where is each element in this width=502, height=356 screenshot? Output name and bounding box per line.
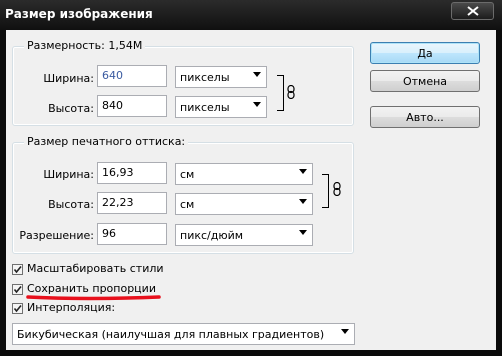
dropdown-arrow-icon bbox=[253, 72, 261, 77]
close-button[interactable] bbox=[451, 2, 494, 20]
pixel-height-unit-value: пикселы bbox=[180, 101, 230, 114]
pixel-dimensions-legend: Размерность: 1,54М bbox=[24, 39, 146, 52]
window-title: Размер изображения bbox=[5, 7, 153, 21]
resolution-label: Разрешение: bbox=[19, 229, 94, 242]
close-icon bbox=[467, 6, 479, 16]
doc-link-bracket bbox=[322, 174, 329, 208]
resolution-unit-select[interactable]: пикс/дюйм bbox=[175, 224, 313, 246]
pixel-width-unit-value: пикселы bbox=[180, 71, 230, 84]
resolution-input[interactable]: 96 bbox=[97, 223, 167, 245]
dropdown-arrow-icon bbox=[253, 102, 261, 107]
chain-link-icon bbox=[287, 85, 295, 99]
checkmark-icon bbox=[13, 265, 22, 274]
doc-width-label: Ширина: bbox=[43, 168, 94, 181]
pixel-width-label: Ширина: bbox=[43, 72, 94, 85]
ok-button[interactable]: Да bbox=[370, 42, 480, 64]
dropdown-arrow-icon bbox=[299, 169, 307, 174]
resample-method-select[interactable]: Бикубическая (наилучшая для плавных град… bbox=[12, 323, 355, 345]
scale-styles-checkbox[interactable] bbox=[12, 264, 23, 275]
document-size-legend: Размер печатного оттиска: bbox=[24, 135, 189, 148]
pixel-width-input[interactable]: 640 bbox=[97, 65, 167, 87]
resample-method-value: Бикубическая (наилучшая для плавных град… bbox=[17, 328, 325, 341]
scale-styles-label[interactable]: Масштабировать стили bbox=[27, 262, 164, 275]
dropdown-arrow-icon bbox=[299, 230, 307, 235]
dropdown-arrow-icon bbox=[299, 199, 307, 204]
constrain-proportions-checkbox[interactable] bbox=[12, 284, 23, 295]
resample-checkbox[interactable] bbox=[12, 303, 23, 314]
doc-width-input[interactable]: 16,93 bbox=[97, 162, 167, 184]
cancel-button[interactable]: Отмена bbox=[370, 70, 480, 92]
doc-height-input[interactable]: 22,23 bbox=[97, 192, 167, 214]
pixel-width-unit-select[interactable]: пикселы bbox=[175, 66, 267, 88]
dropdown-arrow-icon bbox=[341, 329, 349, 334]
dialog-body: Размерность: 1,54М Ширина: 640 пикселы В… bbox=[6, 30, 496, 350]
pixel-link-bracket bbox=[277, 75, 284, 111]
auto-button[interactable]: Авто... bbox=[370, 106, 480, 128]
resolution-unit-value: пикс/дюйм bbox=[180, 229, 244, 242]
checkmark-icon bbox=[13, 285, 22, 294]
doc-height-unit-select[interactable]: см bbox=[175, 193, 313, 215]
pixel-height-label: Высота: bbox=[48, 102, 94, 115]
pixel-height-unit-select[interactable]: пикселы bbox=[175, 96, 267, 118]
chain-link-icon bbox=[333, 182, 341, 196]
doc-width-unit-select[interactable]: см bbox=[175, 163, 313, 185]
pixel-height-input[interactable]: 840 bbox=[97, 95, 167, 117]
title-bar: Размер изображения bbox=[0, 0, 502, 30]
doc-width-unit-value: см bbox=[180, 168, 195, 181]
doc-height-unit-value: см bbox=[180, 198, 195, 211]
resample-label[interactable]: Интерполяция: bbox=[27, 301, 115, 314]
checkmark-icon bbox=[13, 304, 22, 313]
doc-height-label: Высота: bbox=[48, 198, 94, 211]
